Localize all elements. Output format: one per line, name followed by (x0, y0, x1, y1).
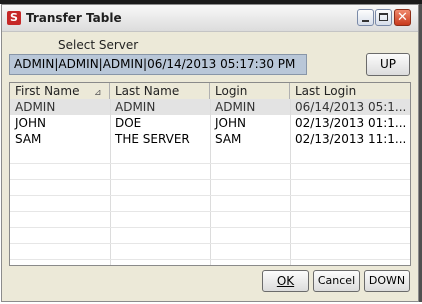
up-button[interactable]: UP (366, 53, 410, 76)
close-button[interactable]: ✕ (394, 9, 411, 26)
row-divider (10, 195, 410, 196)
column-header-label: First Name (15, 84, 80, 98)
column-header-first-name[interactable]: First Name ⊿ (10, 83, 110, 99)
column-header-label: Last Login (295, 84, 357, 98)
column-header-label: Login (215, 84, 248, 98)
row-divider (10, 259, 410, 260)
cell-last-name: ADMIN (115, 100, 156, 114)
table-header: First Name ⊿ Last Name Login Last Login (10, 83, 410, 100)
column-header-last-name[interactable]: Last Name (110, 83, 210, 99)
cell-last-login: 02/13/2013 01:1... (295, 116, 407, 130)
row-divider (10, 243, 410, 244)
cell-last-name: THE SERVER (115, 132, 190, 146)
column-header-label: Last Name (115, 84, 180, 98)
row-divider (10, 211, 410, 212)
server-selection-field[interactable]: ADMIN|ADMIN|ADMIN|06/14/2013 05:17:30 PM (9, 54, 307, 75)
row-divider (10, 163, 410, 164)
cell-last-login: 02/13/2013 11:1... (295, 132, 407, 146)
cell-login: SAM (215, 132, 242, 146)
cell-first-name: SAM (15, 132, 42, 146)
user-table: First Name ⊿ Last Name Login Last Login … (9, 82, 411, 266)
column-divider (110, 99, 111, 265)
cell-last-login: 06/14/2013 05:1... (295, 100, 407, 114)
cell-login: JOHN (215, 116, 246, 130)
column-header-login[interactable]: Login (210, 83, 290, 99)
cancel-button[interactable]: Cancel (313, 270, 360, 292)
title-bar[interactable]: S Transfer Table ✕ (2, 5, 418, 32)
minimize-icon (362, 20, 369, 22)
row-divider (10, 179, 410, 180)
cell-first-name: JOHN (15, 116, 46, 130)
ok-button[interactable]: OK (262, 270, 309, 292)
column-divider (290, 99, 291, 265)
window-title: Transfer Table (26, 11, 122, 25)
close-icon: ✕ (397, 10, 408, 25)
maximize-icon (379, 13, 388, 21)
transfer-table-dialog: S Transfer Table ✕ Select Server ADMIN|A… (1, 4, 419, 302)
cell-login: ADMIN (215, 100, 256, 114)
column-header-last-login[interactable]: Last Login (290, 83, 410, 99)
app-logo-icon: S (7, 11, 21, 25)
maximize-button[interactable] (375, 9, 392, 26)
cell-last-name: DOE (115, 116, 142, 130)
down-button[interactable]: DOWN (364, 270, 410, 292)
cell-first-name: ADMIN (15, 100, 56, 114)
ok-label: OK (276, 274, 295, 288)
column-divider (210, 99, 211, 265)
minimize-button[interactable] (357, 9, 374, 26)
row-divider (10, 227, 410, 228)
select-server-label: Select Server (58, 38, 139, 52)
